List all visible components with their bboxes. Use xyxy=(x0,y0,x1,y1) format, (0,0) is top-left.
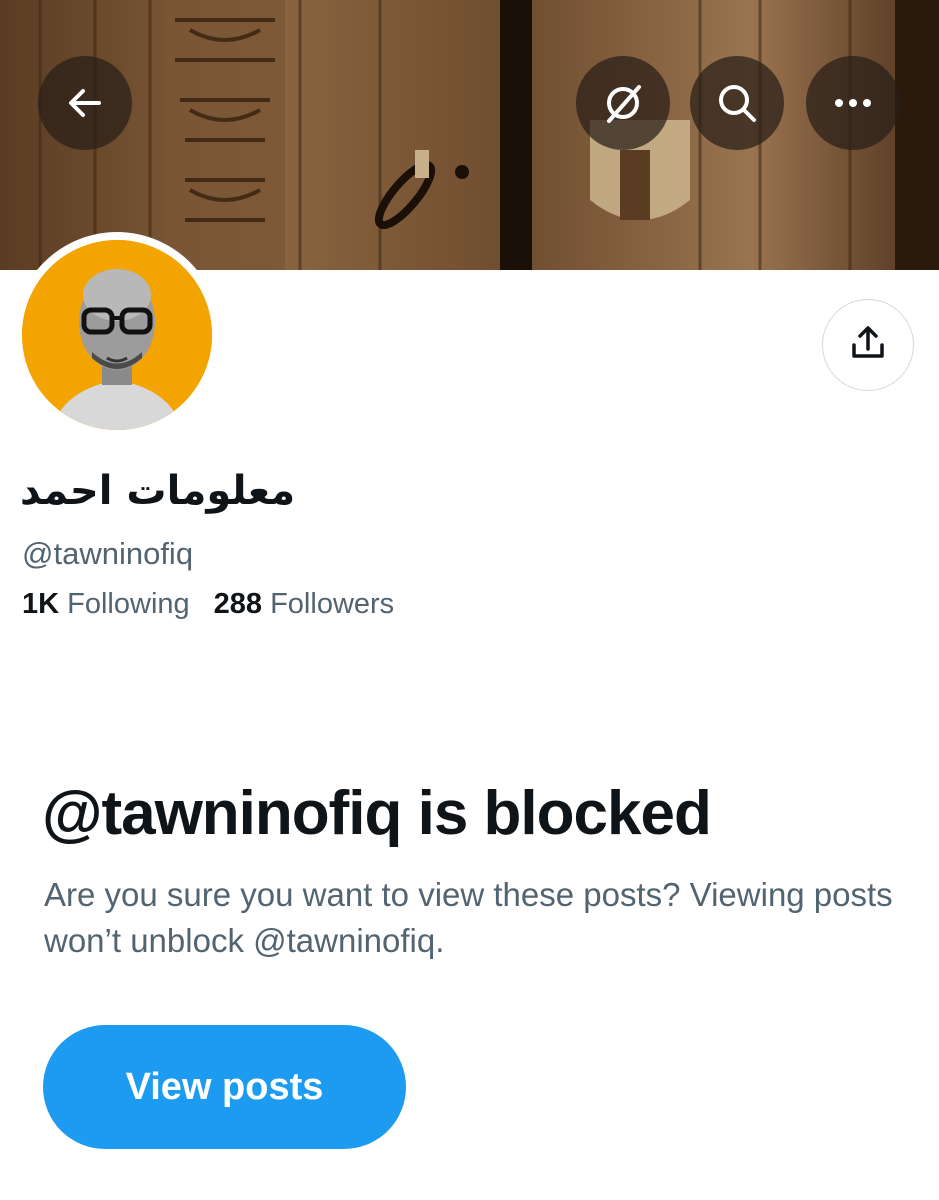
view-posts-button[interactable]: View posts xyxy=(43,1025,406,1149)
profile-stats: 1K Following 288 Followers xyxy=(22,588,394,621)
display-name: معلومات احمد xyxy=(20,468,296,514)
grok-button[interactable] xyxy=(576,56,670,150)
grok-icon xyxy=(601,81,645,125)
followers-count: 288 xyxy=(213,588,263,620)
avatar-image xyxy=(22,240,212,430)
back-button[interactable] xyxy=(38,56,132,150)
blocked-description: Are you sure you want to view these post… xyxy=(44,876,893,959)
profile-handle: @tawninofiq xyxy=(22,536,194,571)
share-button[interactable] xyxy=(822,299,914,391)
following-link[interactable]: 1K Following xyxy=(22,588,190,620)
more-button[interactable] xyxy=(806,56,900,150)
followers-link[interactable]: 288 Followers xyxy=(214,588,395,620)
following-label: Following xyxy=(67,588,190,620)
more-icon xyxy=(833,97,873,109)
banner-image xyxy=(0,0,939,270)
following-count: 1K xyxy=(22,588,60,620)
search-button[interactable] xyxy=(690,56,784,150)
followers-label: Followers xyxy=(270,588,395,620)
avatar[interactable] xyxy=(14,232,220,438)
arrow-left-icon xyxy=(65,83,105,123)
profile-banner xyxy=(0,0,939,270)
share-icon xyxy=(848,323,888,368)
search-icon xyxy=(715,81,759,125)
blocked-title: @tawninofiq is blocked xyxy=(42,779,712,848)
